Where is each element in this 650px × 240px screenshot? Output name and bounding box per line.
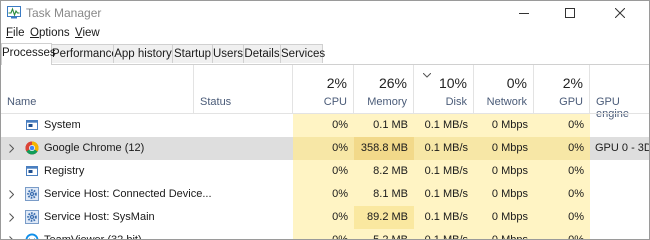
task-manager-icon [7,6,21,19]
tab-services[interactable]: Services [280,44,325,63]
cpu-cell: 0% [293,229,354,239]
network-cell: 0 Mbps [474,229,534,239]
column-header-network[interactable]: 0% Network [474,65,534,113]
menu-options[interactable]: Options [30,27,70,39]
tab-bar: Processes Performance App history Startu… [1,43,649,65]
disk-cell: 0.1 MB/s [414,160,474,183]
service-gear-icon [25,210,39,224]
tab-app-history[interactable]: App history [113,44,173,63]
memory-cell: 89.2 MB [354,206,414,229]
table-row-selected[interactable]: Google Chrome (12) 0% 358.8 MB 0.1 MB/s … [1,137,649,160]
table-row[interactable]: Registry 0% 8.2 MB 0.1 MB/s 0 Mbps 0% [1,160,649,183]
network-cell: 0 Mbps [474,160,534,183]
column-header-name[interactable]: Name [1,65,194,113]
network-total: 0% [506,75,527,91]
cpu-total: 2% [326,75,347,91]
column-header-status[interactable]: Status [194,65,293,113]
maximize-icon [565,8,575,18]
maximize-button[interactable] [547,1,593,25]
task-manager-window: Task Manager File Options View Processes… [0,0,650,240]
gpu-cell: 0% [534,229,590,239]
table-row[interactable]: System 0% 0.1 MB 0.1 MB/s 0 Mbps 0% [1,114,649,137]
gpu-cell: 0% [534,137,590,160]
disk-cell: 0.1 MB/s [414,206,474,229]
table-row[interactable]: Service Host: Connected Device... 0% 8.1… [1,183,649,206]
table-row[interactable]: TeamViewer (32 bit) 0% 5.2 MB 0.1 MB/s 0… [1,229,649,240]
process-name: System [44,119,81,131]
sort-down-icon [423,73,431,78]
tab-processes[interactable]: Processes [1,43,56,65]
cpu-cell: 0% [293,137,354,160]
column-header-gpu-engine[interactable]: GPU engine [590,65,649,120]
gpu-cell: 0% [534,206,590,229]
menu-file[interactable]: File [6,27,25,39]
disk-total: 10% [438,75,467,91]
disk-cell: 0.1 MB/s [414,183,474,206]
tab-startup[interactable]: Startup [172,44,213,63]
network-cell: 0 Mbps [474,137,534,160]
expand-chevron-icon[interactable] [9,213,14,222]
menu-bar: File Options View [1,25,649,43]
column-header-disk[interactable]: 10% Disk [414,65,474,113]
service-gear-icon [25,187,39,201]
network-cell: 0 Mbps [474,206,534,229]
gpu-cell: 0% [534,160,590,183]
expand-chevron-icon[interactable] [9,190,14,199]
tab-details[interactable]: Details [243,44,281,63]
gpu-cell: 0% [534,183,590,206]
column-header-gpu[interactable]: 2% GPU [534,65,590,113]
minimize-button[interactable] [501,1,547,25]
process-name: TeamViewer (32 bit) [44,234,142,240]
memory-total: 26% [378,75,407,91]
title-bar: Task Manager [1,1,649,25]
memory-cell: 358.8 MB [354,137,414,160]
cpu-cell: 0% [293,160,354,183]
column-header-cpu[interactable]: 2% CPU [293,65,354,113]
close-button[interactable] [597,1,643,25]
menu-view[interactable]: View [75,27,100,39]
network-cell: 0 Mbps [474,183,534,206]
column-header-memory[interactable]: 26% Memory [354,65,414,113]
teamviewer-icon [25,233,39,239]
disk-cell: 0.1 MB/s [414,137,474,160]
tab-users[interactable]: Users [212,44,244,63]
registry-icon [26,166,38,176]
memory-cell: 8.2 MB [354,160,414,183]
system-window-icon [26,120,38,130]
memory-cell: 8.1 MB [354,183,414,206]
memory-cell: 5.2 MB [354,229,414,239]
gpu-cell: 0% [534,114,590,137]
table-row[interactable]: Service Host: SysMain 0% 89.2 MB 0.1 MB/… [1,206,649,229]
gpu-engine-cell: GPU 0 - 3D [595,142,650,154]
expand-chevron-icon[interactable] [9,236,14,240]
network-cell: 0 Mbps [474,114,534,137]
disk-cell: 0.1 MB/s [414,229,474,239]
gpu-total: 2% [562,75,583,91]
process-name: Service Host: Connected Device... [44,188,212,200]
tab-performance[interactable]: Performance [51,44,118,63]
process-name: Google Chrome (12) [44,142,145,154]
process-name: Registry [44,165,85,177]
memory-cell: 0.1 MB [354,114,414,137]
close-icon [615,8,625,18]
disk-cell: 0.1 MB/s [414,114,474,137]
chrome-icon [25,141,39,155]
cpu-cell: 0% [293,206,354,229]
cpu-cell: 0% [293,114,354,137]
process-table: Name Status 2% CPU 26% Memory 10% Disk 0… [1,65,649,239]
window-title: Task Manager [26,6,102,20]
expand-chevron-icon[interactable] [9,144,14,153]
process-name: Service Host: SysMain [44,211,155,223]
cpu-cell: 0% [293,183,354,206]
minimize-icon [519,13,529,14]
